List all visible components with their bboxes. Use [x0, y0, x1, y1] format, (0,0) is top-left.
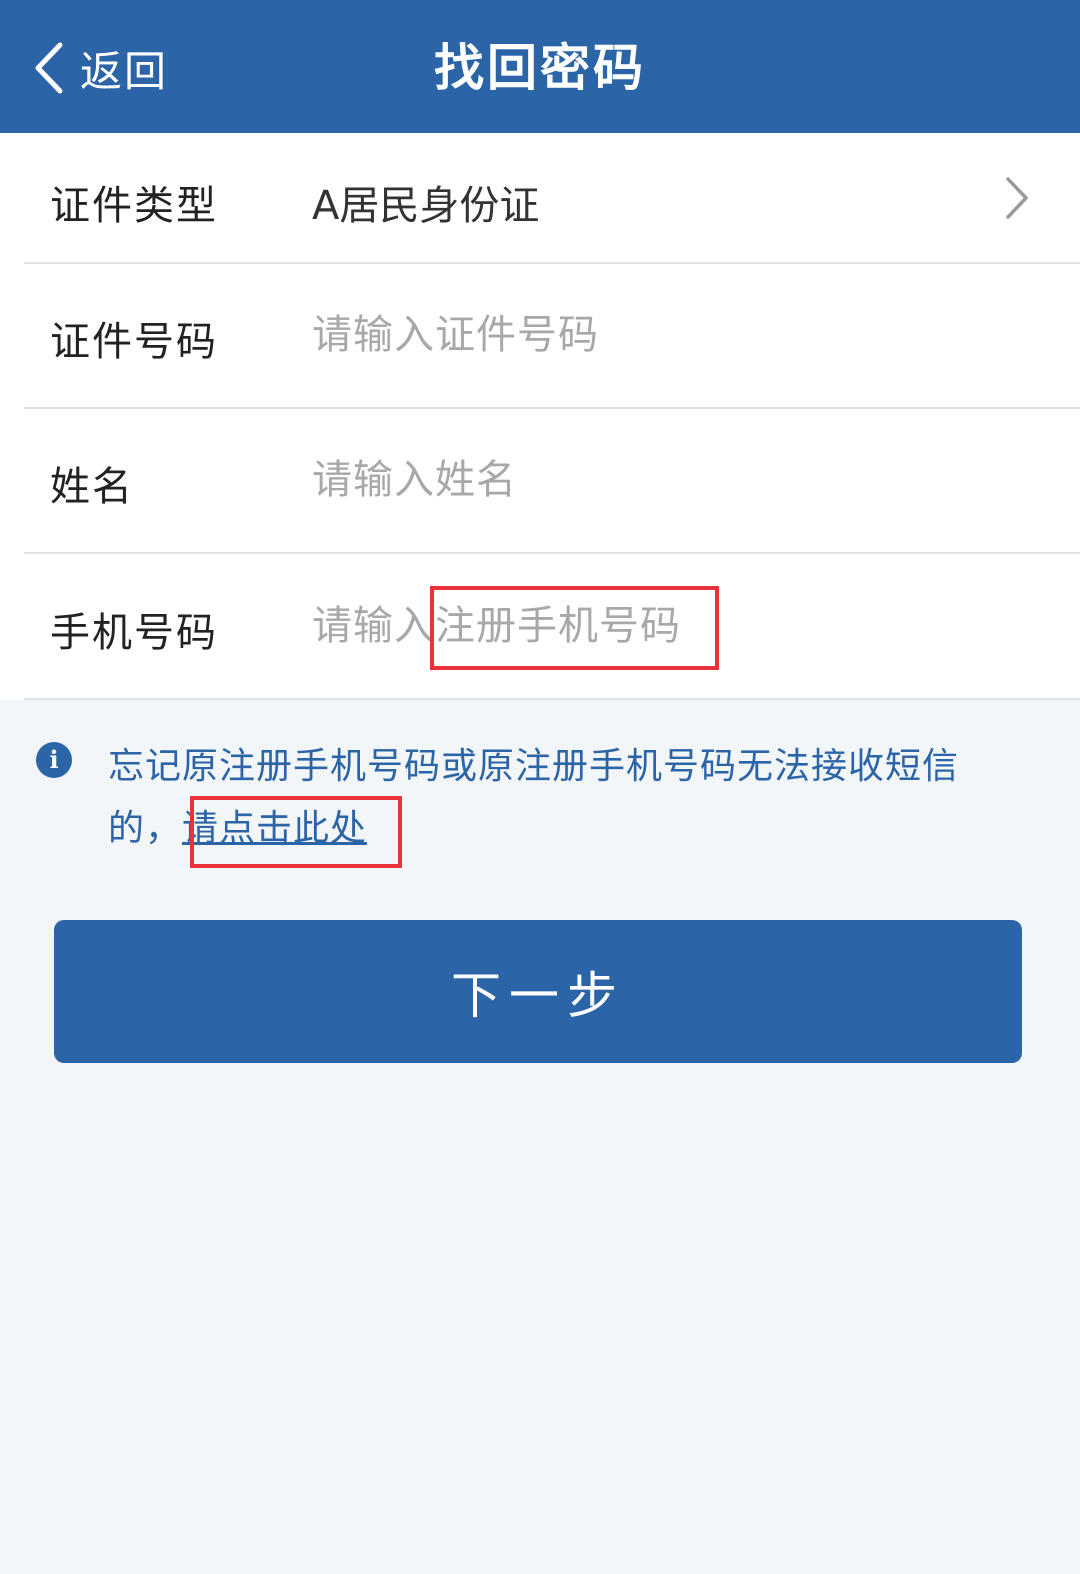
id-type-row[interactable]: 证件类型 A居民身份证 [0, 133, 1080, 263]
id-type-value: A居民身份证 [312, 183, 540, 229]
name-input[interactable] [312, 450, 1032, 510]
phone-input[interactable] [312, 596, 1032, 656]
id-number-row: 证件号码 [0, 264, 1080, 407]
id-number-input[interactable] [312, 305, 1032, 365]
phone-label: 手机号码 [50, 610, 218, 656]
id-number-label: 证件号码 [50, 319, 218, 365]
click-here-link[interactable]: 请点击此处 [182, 808, 367, 849]
phone-row: 手机号码 [0, 554, 1080, 698]
id-type-label: 证件类型 [50, 183, 218, 229]
recovery-form: 证件类型 A居民身份证 证件号码 姓名 手机号码 [0, 133, 1080, 700]
name-label: 姓名 [50, 464, 134, 510]
name-row: 姓名 [0, 409, 1080, 552]
chevron-right-icon [1004, 175, 1030, 225]
notice-text: 忘记原注册手机号码或原注册手机号码无法接收短信的，请点击此处 [108, 736, 1018, 860]
page-title: 找回密码 [434, 39, 646, 97]
info-icon: i [36, 742, 72, 778]
nav-header: 返回 找回密码 [0, 0, 1080, 133]
next-step-button[interactable]: 下一步 [54, 920, 1022, 1063]
